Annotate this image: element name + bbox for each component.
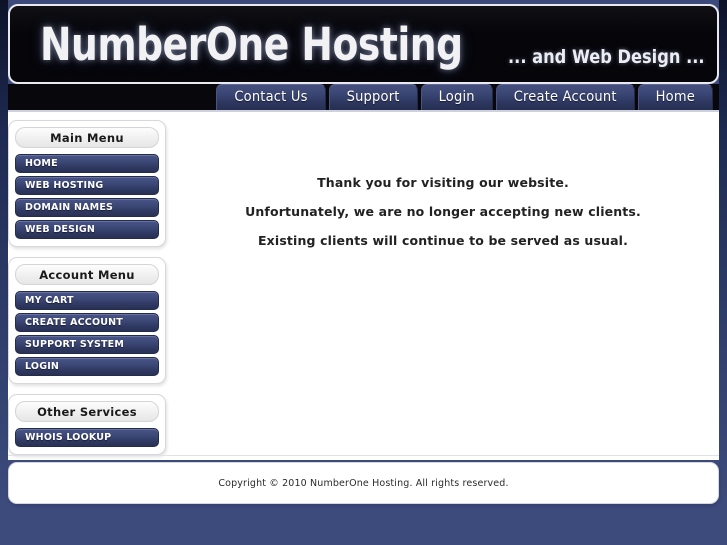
nav-item-support[interactable]: Support — [328, 84, 418, 110]
sidebar-item-domain-names[interactable]: DOMAIN NAMES — [15, 198, 159, 217]
sidebar-section-other-services: Other Services WHOIS LOOKUP — [8, 394, 166, 455]
left-gutter — [0, 0, 8, 505]
main-content: Thank you for visiting our website. Unfo… — [175, 120, 711, 450]
nav-item-contact-us[interactable]: Contact Us — [216, 84, 326, 110]
page-background-fill — [0, 505, 727, 545]
sidebar-item-my-cart[interactable]: MY CART — [15, 291, 159, 310]
site-tagline: ... and Web Design ... — [508, 46, 705, 68]
nav-item-create-account[interactable]: Create Account — [495, 84, 635, 110]
sidebar-item-whois-lookup[interactable]: WHOIS LOOKUP — [15, 428, 159, 447]
content-paragraph-existing-served: Existing clients will continue to be ser… — [257, 233, 629, 248]
nav-item-home[interactable]: Home — [637, 84, 713, 110]
right-gutter — [719, 0, 727, 505]
copyright-text: Copyright © 2010 NumberOne Hosting. All … — [218, 477, 509, 489]
site-header-banner: NumberOne Hosting ... and Web Design ... — [8, 4, 719, 84]
page-root: NumberOne Hosting ... and Web Design ...… — [0, 0, 727, 545]
top-navigation-bar: Contact Us Support Login Create Account … — [8, 84, 719, 112]
sidebar-item-create-account[interactable]: CREATE ACCOUNT — [15, 313, 159, 332]
sidebar-item-web-hosting[interactable]: WEB HOSTING — [15, 176, 159, 195]
sidebar: Main Menu HOME WEB HOSTING DOMAIN NAMES … — [8, 120, 166, 465]
sidebar-section-title-account-menu: Account Menu — [15, 264, 159, 285]
sidebar-section-main-menu: Main Menu HOME WEB HOSTING DOMAIN NAMES … — [8, 120, 166, 247]
sidebar-item-home[interactable]: HOME — [15, 154, 159, 173]
content-paragraph-thanks: Thank you for visiting our website. — [317, 175, 569, 190]
content-paragraph-not-accepting: Unfortunately, we are no longer acceptin… — [245, 204, 641, 219]
sidebar-item-support-system[interactable]: SUPPORT SYSTEM — [15, 335, 159, 354]
site-logo: NumberOne Hosting — [40, 18, 463, 71]
nav-item-login[interactable]: Login — [420, 84, 493, 110]
sidebar-item-login[interactable]: LOGIN — [15, 357, 159, 376]
content-footer-divider — [8, 455, 719, 456]
sidebar-section-account-menu: Account Menu MY CART CREATE ACCOUNT SUPP… — [8, 257, 166, 384]
sidebar-section-title-main-menu: Main Menu — [15, 127, 159, 148]
sidebar-section-title-other-services: Other Services — [15, 401, 159, 422]
site-footer: Copyright © 2010 NumberOne Hosting. All … — [8, 462, 719, 504]
sidebar-item-web-design[interactable]: WEB DESIGN — [15, 220, 159, 239]
